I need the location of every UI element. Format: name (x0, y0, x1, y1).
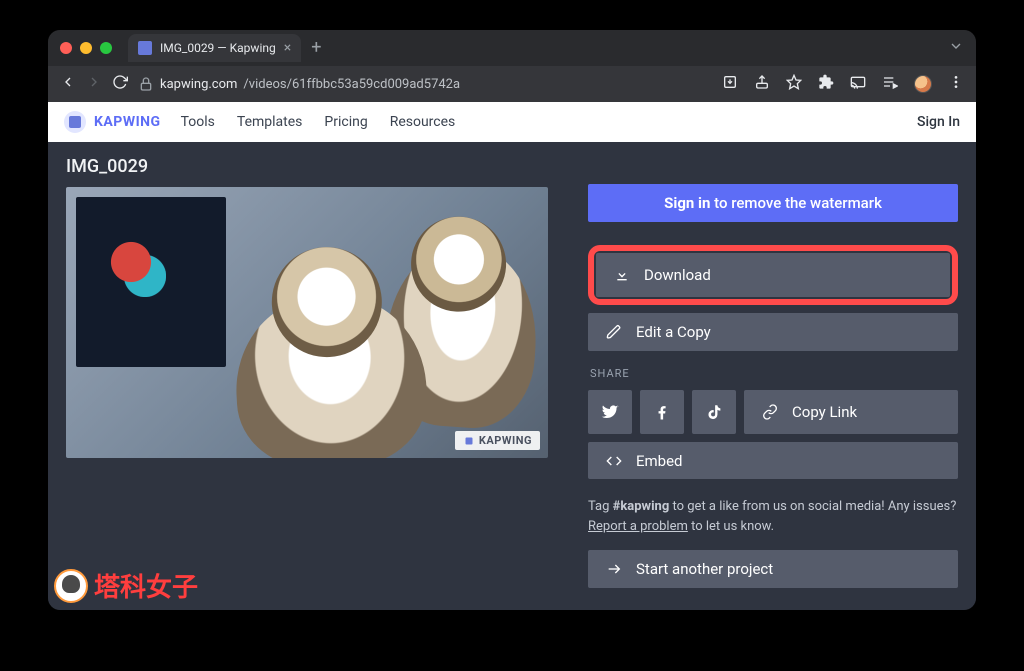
cta-bold: Sign in (664, 194, 710, 212)
report-problem-link[interactable]: Report a problem (588, 519, 688, 534)
bookmark-star-icon[interactable] (786, 74, 802, 94)
corner-watermark-text: 塔科女子 (94, 567, 198, 604)
minimize-window-button[interactable] (80, 42, 92, 54)
url-path: /videos/61ffbbc53a59cd009ad5742a (243, 77, 460, 92)
browser-toolbar: kapwing.com/videos/61ffbbc53a59cd009ad57… (48, 66, 976, 102)
copy-link-label: Copy Link (792, 403, 857, 421)
share-twitter-button[interactable] (588, 390, 632, 434)
video-watermark: KAPWING (455, 431, 540, 450)
share-section-label: SHARE (590, 367, 958, 380)
nav-tools[interactable]: Tools (181, 114, 215, 130)
arrow-right-icon (606, 561, 622, 577)
project-title: IMG_0029 (66, 156, 548, 177)
playlist-icon[interactable] (882, 74, 898, 94)
new-tab-button[interactable]: + (311, 39, 321, 57)
app-header: KAPWING Tools Templates Pricing Resource… (48, 102, 976, 142)
copy-link-button[interactable]: Copy Link (744, 390, 958, 434)
tab-title: IMG_0029 — Kapwing (160, 41, 276, 55)
tabs-overflow-icon[interactable] (948, 38, 964, 58)
download-label: Download (644, 266, 711, 284)
share-footer-text: Tag #kapwing to get a like from us on so… (588, 497, 958, 536)
nav-pricing[interactable]: Pricing (324, 114, 367, 130)
cta-rest: to remove the watermark (710, 194, 881, 212)
forward-button[interactable] (86, 74, 102, 94)
tab-favicon (138, 41, 152, 55)
profile-avatar[interactable] (914, 75, 932, 93)
nav-resources[interactable]: Resources (390, 114, 456, 130)
video-background-art (76, 197, 226, 367)
header-sign-in[interactable]: Sign In (917, 114, 960, 130)
reload-button[interactable] (112, 74, 128, 94)
download-highlight: Download (588, 245, 958, 305)
sign-in-cta[interactable]: Sign in to remove the watermark (588, 184, 958, 222)
install-app-icon[interactable] (722, 74, 738, 94)
twitter-icon (601, 403, 619, 421)
share-tiktok-button[interactable] (692, 390, 736, 434)
video-preview[interactable]: KAPWING (66, 187, 548, 458)
traffic-lights (60, 42, 112, 54)
window-titlebar: IMG_0029 — Kapwing × + (48, 30, 976, 66)
start-another-label: Start another project (636, 560, 773, 578)
tiktok-icon (705, 403, 723, 421)
kapwing-logo-icon (64, 111, 86, 133)
edit-copy-button[interactable]: Edit a Copy (588, 313, 958, 351)
address-bar[interactable]: kapwing.com/videos/61ffbbc53a59cd009ad57… (138, 76, 460, 92)
pencil-icon (606, 324, 622, 340)
back-button[interactable] (60, 74, 76, 94)
embed-label: Embed (636, 452, 683, 470)
browser-tab[interactable]: IMG_0029 — Kapwing × (128, 34, 301, 62)
close-window-button[interactable] (60, 42, 72, 54)
embed-button[interactable]: Embed (588, 442, 958, 480)
start-another-button[interactable]: Start another project (588, 550, 958, 588)
code-icon (606, 453, 622, 469)
nav-templates[interactable]: Templates (237, 114, 303, 130)
download-icon (614, 267, 630, 283)
edit-copy-label: Edit a Copy (636, 323, 711, 341)
watermark-label: KAPWING (479, 434, 532, 447)
share-facebook-button[interactable] (640, 390, 684, 434)
download-button[interactable]: Download (596, 253, 950, 297)
extensions-icon[interactable] (818, 74, 834, 94)
maximize-window-button[interactable] (100, 42, 112, 54)
brand-logo[interactable]: KAPWING (64, 111, 161, 133)
cast-icon[interactable] (850, 74, 866, 94)
link-icon (762, 404, 778, 420)
corner-watermark-icon (54, 569, 88, 603)
lock-icon (138, 76, 154, 92)
menu-icon[interactable] (948, 74, 964, 94)
share-icon[interactable] (754, 74, 770, 94)
brand-name: KAPWING (94, 114, 161, 130)
url-host: kapwing.com (160, 77, 237, 92)
close-tab-icon[interactable]: × (284, 40, 291, 56)
facebook-icon (653, 403, 671, 421)
main-nav: Tools Templates Pricing Resources (181, 114, 456, 130)
corner-watermark: 塔科女子 (54, 567, 198, 604)
content-area: IMG_0029 KAPWING Sign in to remove the w… (48, 142, 976, 610)
